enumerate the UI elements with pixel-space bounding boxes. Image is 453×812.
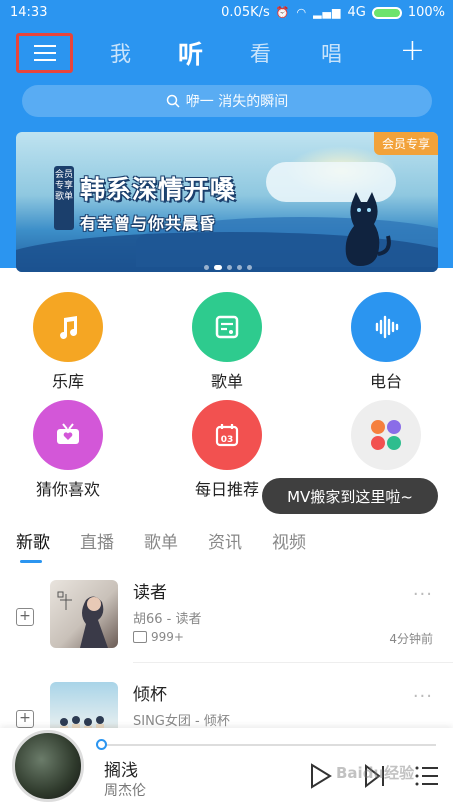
page-dot — [227, 265, 232, 270]
content-tabs: 新歌 直播 歌单 资讯 视频 — [16, 528, 336, 563]
search-placeholder: 咿一 消失的瞬间 — [185, 94, 289, 110]
add-button[interactable]: + — [400, 33, 425, 68]
category-label: 电台 — [369, 372, 402, 391]
status-time: 14:33 — [10, 5, 48, 20]
now-playing-art[interactable] — [12, 730, 84, 802]
cat-illustration — [345, 192, 391, 266]
mini-player[interactable]: 搁浅 周杰伦 Baidu经验 — [0, 728, 453, 812]
comment-count[interactable]: 999+ — [133, 630, 184, 644]
tab-listen[interactable]: 听 — [178, 35, 203, 71]
progress-knob[interactable] — [96, 739, 107, 750]
vip-badge: 会员专享 — [373, 132, 438, 155]
more-apps-icon — [351, 400, 421, 470]
divider — [133, 662, 453, 663]
song-artist: SING女团 - 倾杯 — [133, 714, 230, 729]
tab-sing[interactable]: 唱 — [321, 38, 342, 68]
svg-text:03: 03 — [221, 435, 234, 445]
category-playlists[interactable]: 歌单 — [172, 292, 282, 392]
play-icon[interactable] — [308, 762, 334, 790]
more-options-icon[interactable]: ··· — [413, 686, 433, 707]
network-speed: 0.05K/s — [221, 5, 270, 20]
page-dot — [204, 265, 209, 270]
radio-heart-icon — [33, 400, 103, 470]
category-label: 猜你喜欢 — [35, 480, 100, 499]
mv-tooltip[interactable]: MV搬家到这里啦~ — [262, 478, 438, 514]
wifi-icon: ◠ — [296, 6, 308, 19]
page-dot — [247, 265, 252, 270]
search-icon — [166, 94, 180, 108]
now-playing-artist: 周杰伦 — [104, 783, 146, 799]
search-bar[interactable]: 咿一 消失的瞬间 — [22, 85, 432, 117]
menu-button[interactable] — [16, 33, 73, 73]
category-guess-you-like[interactable]: 猜你喜欢 — [13, 400, 123, 500]
music-note-icon — [33, 292, 103, 362]
add-to-list-icon[interactable]: + — [16, 710, 34, 728]
tab-news[interactable]: 资讯 — [208, 528, 242, 553]
playlist-queue-icon[interactable] — [414, 762, 440, 790]
page-dot — [237, 265, 242, 270]
add-to-list-icon[interactable]: + — [16, 608, 34, 626]
song-title: 读者 — [133, 583, 167, 603]
banner[interactable]: 会员专享 会员专享歌单 韩系深情开嗓 有幸曾与你共晨昏 — [16, 132, 438, 272]
page-dot-active — [214, 265, 222, 270]
tab-new-songs[interactable]: 新歌 — [16, 528, 50, 563]
battery-icon — [371, 6, 402, 19]
more-options-icon[interactable]: ··· — [413, 584, 433, 605]
category-library[interactable]: 乐库 — [13, 292, 123, 392]
banner-pagination — [204, 265, 252, 270]
tab-playlists[interactable]: 歌单 — [144, 528, 178, 553]
progress-bar[interactable] — [100, 744, 436, 746]
battery-level: 100% — [407, 5, 445, 20]
category-radio[interactable]: 电台 — [331, 292, 441, 392]
tab-me[interactable]: 我 — [110, 38, 131, 68]
category-label: 歌单 — [210, 372, 243, 391]
hamburger-icon — [33, 45, 56, 61]
tab-live[interactable]: 直播 — [80, 528, 114, 553]
song-artist: 胡66 - 读者 — [133, 612, 202, 627]
tab-watch[interactable]: 看 — [250, 38, 271, 68]
radio-wave-icon — [351, 292, 421, 362]
banner-subtitle: 有幸曾与你共晨昏 — [80, 214, 217, 233]
signal-icon: ▂▄▆ — [313, 6, 342, 19]
song-time-ago: 4分钟前 — [389, 632, 433, 646]
banner-side-tag: 会员专享歌单 — [54, 166, 74, 230]
alarm-icon: ⏰ — [275, 6, 291, 19]
banner-title: 韩系深情开嗓 — [80, 175, 237, 204]
song-item[interactable]: + 读者 胡66 - 读者 999+ ··· 4分钟前 — [0, 570, 453, 670]
status-bar: 14:33 0.05K/s ⏰ ◠ ▂▄▆ 4G 100% — [0, 0, 453, 26]
baidu-watermark: Baidu经验 — [336, 764, 415, 782]
song-title: 倾杯 — [133, 685, 167, 705]
network-type: 4G — [347, 5, 366, 20]
playlist-icon — [192, 292, 262, 362]
tab-videos[interactable]: 视频 — [272, 528, 306, 553]
category-label: 乐库 — [51, 372, 84, 391]
song-cover — [50, 580, 118, 648]
now-playing-title: 搁浅 — [104, 761, 138, 781]
calendar-icon: 03 — [192, 400, 262, 470]
comment-icon — [133, 631, 147, 643]
